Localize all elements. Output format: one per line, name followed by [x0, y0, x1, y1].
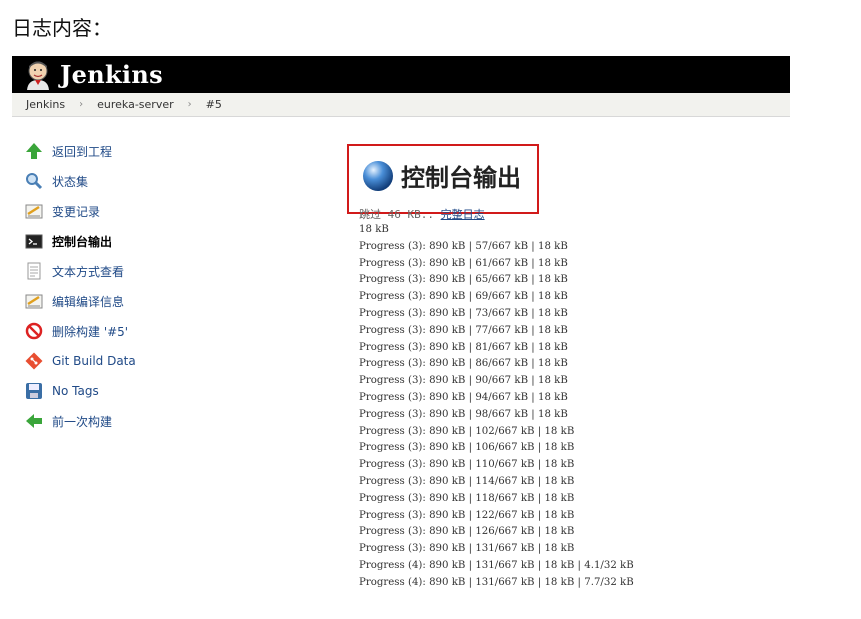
sidebar-item-label: 前一次构建: [52, 414, 113, 429]
brand-title[interactable]: Jenkins: [60, 60, 163, 89]
page-title-wrap: 控制台输出: [361, 158, 521, 193]
console-line: Progress (3): 890 kB | 114/667 kB | 18 k…: [359, 475, 575, 487]
sidebar-item-label: 控制台输出: [52, 234, 113, 249]
skip-text: 跳过 46 KB..: [359, 208, 434, 221]
console-line: Progress (3): 890 kB | 98/667 kB | 18 kB: [359, 408, 568, 420]
console-line: Progress (3): 890 kB | 77/667 kB | 18 kB: [359, 324, 568, 336]
notepad-icon: [24, 291, 44, 311]
sidebar-item-console-output[interactable]: 控制台输出: [24, 226, 224, 256]
sidebar-item-changes[interactable]: 变更记录: [24, 196, 224, 226]
search-icon: [24, 171, 44, 191]
full-log-link[interactable]: 完整日志: [441, 208, 485, 221]
console-line: Progress (3): 890 kB | 122/667 kB | 18 k…: [359, 509, 575, 521]
up-arrow-icon: [24, 141, 44, 161]
console-line: Progress (3): 890 kB | 118/667 kB | 18 k…: [359, 492, 575, 504]
page-title: 控制台输出: [401, 164, 521, 192]
console-line: Progress (4): 890 kB | 131/667 kB | 18 k…: [359, 576, 634, 588]
sidebar-item-delete-build[interactable]: 删除构建 '#5': [24, 316, 224, 346]
console-line: Progress (3): 890 kB | 90/667 kB | 18 kB: [359, 375, 568, 387]
header-bar: Jenkins: [12, 56, 790, 93]
sidebar-item-no-tags[interactable]: No Tags: [24, 376, 224, 406]
sidebar-item-label: 编辑编译信息: [52, 294, 125, 309]
breadcrumb-separator: ›: [187, 99, 192, 110]
sidebar-item-label: 状态集: [52, 174, 89, 189]
console-line: Progress (3): 890 kB | 65/667 kB | 18 kB: [359, 274, 568, 286]
sidebar-item-git-build-data[interactable]: Git Build Data: [24, 346, 224, 376]
console-line: 18 kB: [359, 224, 389, 235]
skip-notice: 跳过 46 KB.. 完整日志: [359, 206, 485, 222]
console-output: 18 kB Progress (3): 890 kB | 57/667 kB |…: [359, 222, 634, 592]
console-line: Progress (3): 890 kB | 102/667 kB | 18 k…: [359, 425, 575, 437]
console-line: Progress (3): 890 kB | 73/667 kB | 18 kB: [359, 307, 568, 319]
blue-ball-icon: [363, 160, 393, 191]
breadcrumb-item-project[interactable]: eureka-server: [97, 98, 174, 111]
git-icon: [24, 351, 44, 371]
sidebar-tasks: 返回到工程 状态集 变更记录 控制台输出 文本方式查看 编辑编译信息 删除构建 …: [24, 136, 224, 436]
breadcrumb: Jenkins › eureka-server › #5: [12, 93, 790, 117]
console-line: Progress (3): 890 kB | 106/667 kB | 18 k…: [359, 442, 575, 454]
console-line: Progress (3): 890 kB | 86/667 kB | 18 kB: [359, 358, 568, 370]
console-line: Progress (3): 890 kB | 94/667 kB | 18 kB: [359, 391, 568, 403]
console-line: Progress (3): 890 kB | 61/667 kB | 18 kB: [359, 257, 568, 269]
sidebar-item-label: 删除构建 '#5': [52, 324, 129, 339]
sidebar-item-label: 文本方式查看: [52, 264, 125, 279]
console-line: Progress (3): 890 kB | 81/667 kB | 18 kB: [359, 341, 568, 353]
sidebar-item-label: No Tags: [52, 384, 99, 398]
jenkins-butler-icon: [27, 61, 49, 90]
doc-label: 日志内容：: [12, 16, 112, 40]
jenkins-screenshot: Jenkins Jenkins › eureka-server › #5 返回到…: [12, 56, 790, 616]
sidebar-item-label: Git Build Data: [52, 354, 136, 368]
left-arrow-icon: [24, 411, 44, 431]
save-icon: [24, 381, 44, 401]
console-line: Progress (3): 890 kB | 110/667 kB | 18 k…: [359, 459, 575, 471]
no-entry-icon: [24, 321, 44, 341]
console-line: Progress (3): 890 kB | 131/667 kB | 18 k…: [359, 543, 575, 555]
breadcrumb-item-jenkins[interactable]: Jenkins: [26, 98, 65, 111]
document-icon: [24, 261, 44, 281]
sidebar-item-label: 返回到工程: [52, 144, 113, 159]
breadcrumb-item-build[interactable]: #5: [206, 98, 222, 111]
sidebar-item-previous-build[interactable]: 前一次构建: [24, 406, 224, 436]
sidebar-item-view-as-text[interactable]: 文本方式查看: [24, 256, 224, 286]
sidebar-item-edit-build-info[interactable]: 编辑编译信息: [24, 286, 224, 316]
sidebar-item-label: 变更记录: [52, 204, 101, 219]
sidebar-item-back-to-project[interactable]: 返回到工程: [24, 136, 224, 166]
terminal-icon: [24, 231, 44, 251]
notepad-icon: [24, 201, 44, 221]
console-line: Progress (3): 890 kB | 69/667 kB | 18 kB: [359, 291, 568, 303]
sidebar-item-status[interactable]: 状态集: [24, 166, 224, 196]
console-line: Progress (3): 890 kB | 57/667 kB | 18 kB: [359, 240, 568, 252]
breadcrumb-separator: ›: [79, 99, 84, 110]
console-line: Progress (4): 890 kB | 131/667 kB | 18 k…: [359, 559, 634, 571]
console-line: Progress (3): 890 kB | 126/667 kB | 18 k…: [359, 526, 575, 538]
